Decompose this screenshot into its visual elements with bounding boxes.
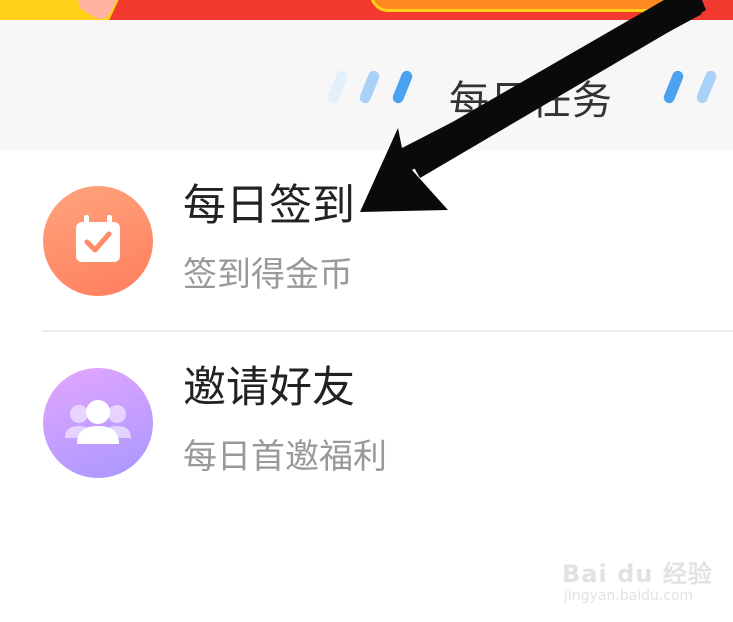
- decor-dash: [391, 69, 414, 105]
- task-title: 邀请好友: [183, 363, 355, 413]
- task-daily-checkin[interactable]: 每日签到 签到得金币: [0, 150, 733, 330]
- decor-dash: [358, 69, 381, 105]
- task-invite-friends[interactable]: 邀请好友 每日首邀福利: [0, 332, 733, 512]
- decor-dash: [662, 69, 685, 105]
- daily-tasks-header: 每日任务: [0, 20, 733, 150]
- decor-dash: [326, 69, 349, 105]
- section-title: 每日任务: [449, 78, 613, 124]
- watermark-url: jingyan.baidu.com: [564, 588, 694, 604]
- task-subtitle: 签到得金币: [183, 255, 353, 295]
- task-subtitle: 每日首邀福利: [183, 437, 387, 477]
- watermark-brand: Bai du 经验: [562, 560, 713, 588]
- watermark: Bai du 经验 jingyan.baidu.com: [560, 548, 720, 608]
- top-banner: [0, 0, 733, 20]
- banner-button[interactable]: [370, 0, 676, 12]
- calendar-check-icon: [43, 186, 153, 296]
- decor-dash: [695, 69, 718, 105]
- users-icon: [43, 368, 153, 478]
- task-title: 每日签到: [183, 181, 355, 231]
